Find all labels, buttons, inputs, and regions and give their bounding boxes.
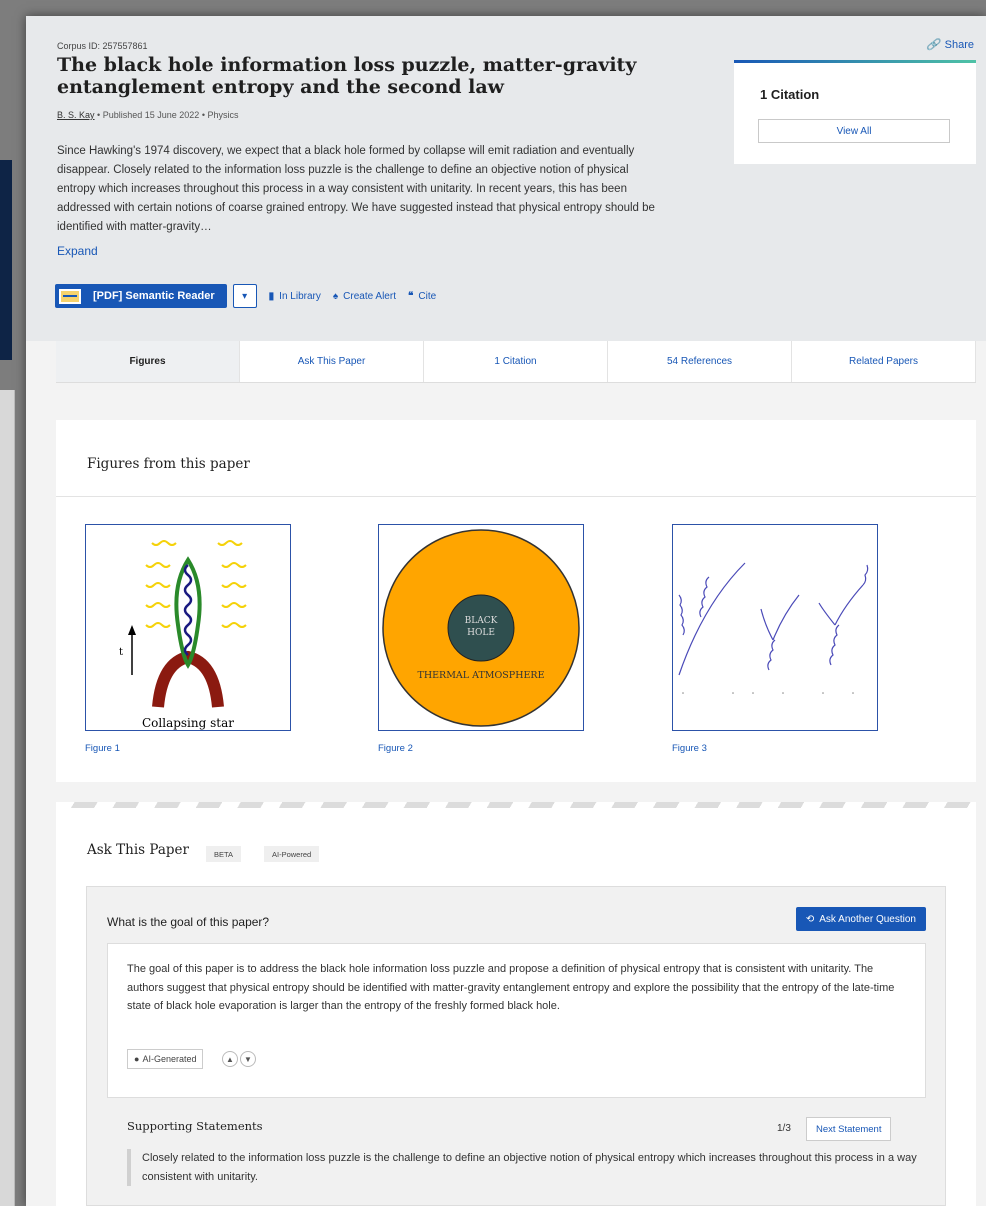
figure-1-label: Collapsing star [142, 716, 234, 730]
figures-section: Figures from this paper t Collapsing sta… [56, 420, 976, 782]
tab-references[interactable]: 54 References [608, 341, 792, 382]
beta-badge: BETA [206, 846, 242, 862]
author-link[interactable]: B. S. Kay [57, 110, 95, 120]
statement-counter: 1/3 [777, 1123, 791, 1134]
citation-count: 1 Citation [760, 87, 820, 102]
abstract-text: Since Hawking's 1974 discovery, we expec… [57, 145, 655, 233]
semantic-reader-button[interactable]: [PDF] Semantic Reader [55, 284, 227, 308]
figure-2-label-black: BLACK [465, 616, 498, 626]
expand-link[interactable]: Expand [57, 244, 98, 258]
paper-actions: [PDF] Semantic Reader ▾ ▮ In Library ♠ Cre… [55, 284, 436, 308]
figure-3-thumbnail[interactable] [672, 524, 878, 731]
paper-tabs: Figures Ask This Paper 1 Citation 54 Ref… [56, 341, 976, 383]
semantic-reader-label: [PDF] Semantic Reader [93, 290, 215, 302]
tab-ask-this-paper[interactable]: Ask This Paper [240, 341, 424, 382]
tab-figures[interactable]: Figures [56, 341, 240, 382]
thumbs-down-icon[interactable]: ▼ [240, 1051, 256, 1067]
figure-2-label-hole: HOLE [467, 628, 495, 638]
reader-dropdown-button[interactable]: ▾ [232, 284, 257, 308]
ai-generated-badge[interactable]: ● AI-Generated [127, 1049, 204, 1069]
chevron-down-icon: ▾ [242, 290, 248, 302]
answer-card: The goal of this paper is to address the… [107, 943, 926, 1098]
question-text: What is the goal of this paper? [107, 915, 270, 929]
figure-2-label-atmosphere: THERMAL ATMOSPHERE [417, 670, 544, 681]
create-alert-label: Create Alert [343, 290, 396, 302]
quote-icon: ❝ [407, 290, 414, 302]
corpus-id: Corpus ID: 257557861 [57, 41, 148, 51]
refresh-icon: ⟲ [805, 913, 815, 925]
share-label: Share [944, 39, 974, 51]
thumbs-up-icon[interactable]: ▲ [222, 1051, 238, 1067]
ai-generated-label: AI-Generated [142, 1054, 197, 1064]
tab-related-papers[interactable]: Related Papers [792, 341, 976, 382]
figure-3-caption[interactable]: Figure 3 [672, 743, 707, 754]
info-icon: ● [134, 1054, 140, 1064]
ask-this-paper-section: Ask This Paper BETA AI-Powered What is t… [56, 802, 976, 1206]
share-link[interactable]: 🔗 Share [926, 38, 974, 51]
ask-title: Ask This Paper [87, 842, 189, 858]
divider [56, 496, 976, 497]
published-date: Published 15 June 2022 [102, 110, 200, 120]
figure-2-caption[interactable]: Figure 2 [378, 743, 413, 754]
figure-1-caption[interactable]: Figure 1 [85, 743, 120, 754]
supporting-statement: Closely related to the information loss … [127, 1149, 922, 1186]
ai-powered-badge: AI-Powered [264, 846, 320, 862]
supporting-statements-title: Supporting Statements [127, 1119, 263, 1133]
tab-citations[interactable]: 1 Citation [424, 341, 608, 382]
create-alert-button[interactable]: ♠ Create Alert [333, 291, 396, 302]
question-box: What is the goal of this paper? ⟲ Ask An… [86, 886, 946, 1206]
next-statement-button[interactable]: Next Statement [806, 1117, 892, 1141]
figures-title: Figures from this paper [87, 456, 250, 472]
ask-another-label: Ask Another Question [819, 913, 916, 925]
view-all-citations-button[interactable]: View All [758, 119, 950, 143]
book-icon [59, 288, 81, 304]
section-separator [56, 802, 976, 808]
paper-page: Corpus ID: 257557861 🔗 Share The black ho… [26, 16, 986, 1206]
figure-1-axis-label: t [119, 647, 123, 658]
cite-label: Cite [418, 290, 437, 302]
paper-header: Corpus ID: 257557861 🔗 Share The black ho… [26, 16, 986, 341]
cite-button[interactable]: ❝ Cite [408, 291, 436, 302]
figure-1-thumbnail[interactable]: t Collapsing star [85, 524, 291, 731]
bookmark-icon: ▮ [268, 290, 275, 302]
link-icon: 🔗 [925, 39, 940, 51]
in-library-label: In Library [279, 290, 321, 302]
background-window-light [0, 390, 15, 1206]
field-of-study: Physics [207, 110, 239, 120]
answer-text: The goal of this paper is to address the… [127, 963, 895, 1012]
paper-title: The black hole information loss puzzle, … [57, 54, 637, 98]
ask-another-question-button[interactable]: ⟲ Ask Another Question [795, 907, 926, 931]
citations-card: 1 Citation View All [734, 60, 976, 164]
background-window-dark [0, 160, 12, 360]
figure-2-thumbnail[interactable]: BLACK HOLE THERMAL ATMOSPHERE [378, 524, 584, 731]
in-library-button[interactable]: ▮ In Library [269, 291, 321, 302]
bell-icon: ♠ [332, 290, 339, 302]
paper-meta: B. S. Kay • Published 15 June 2022 • Phy… [57, 110, 238, 120]
